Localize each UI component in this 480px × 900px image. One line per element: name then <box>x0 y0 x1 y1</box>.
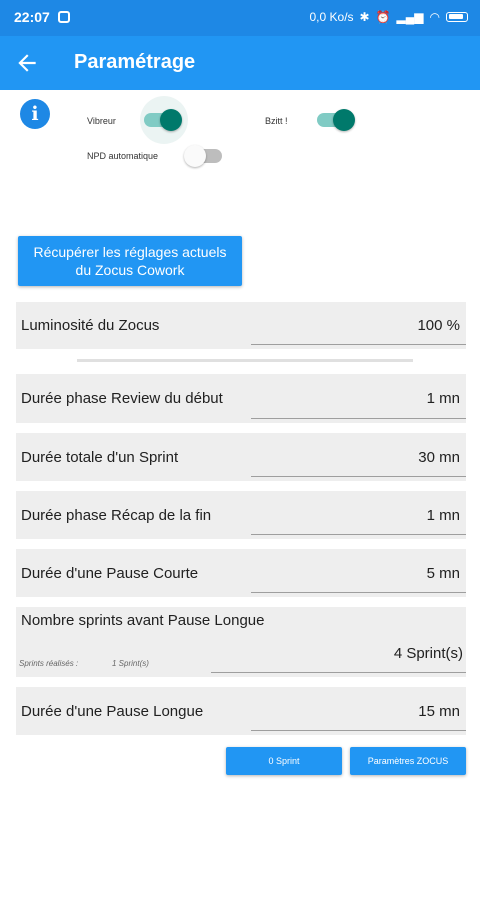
instagram-icon <box>58 11 70 23</box>
wifi-icon: ◠ <box>429 10 440 24</box>
input-underline <box>251 344 466 345</box>
status-icons: 0,0 Ko/s ✱ ⏰ ▂▄▆ ◠ <box>309 10 468 24</box>
alarm-icon: ⏰ <box>375 10 391 24</box>
recap-value[interactable]: 1 mn <box>427 507 460 524</box>
divider <box>77 359 413 362</box>
back-arrow-icon[interactable] <box>14 50 40 76</box>
nb-sprints-row[interactable]: Nombre sprints avant Pause Longue Sprint… <box>16 607 466 677</box>
pause-longue-row[interactable]: Durée d'une Pause Longue 15 mn <box>16 687 466 735</box>
switch-knob <box>333 109 355 131</box>
switch-knob <box>160 109 182 131</box>
npd-switch[interactable] <box>184 145 222 167</box>
review-value[interactable]: 1 mn <box>427 390 460 407</box>
bzitt-switch[interactable] <box>317 109 355 131</box>
zocus-params-button[interactable]: Paramètres ZOCUS <box>350 747 466 775</box>
sprints-done-label: Sprints réalisés : <box>19 659 79 668</box>
pause-courte-label: Durée d'une Pause Courte <box>21 565 199 582</box>
input-underline <box>251 476 466 477</box>
info-icon[interactable]: i <box>20 99 50 129</box>
sprint-row[interactable]: Durée totale d'un Sprint 30 mn <box>16 433 466 481</box>
bluetooth-icon: ✱ <box>359 10 370 24</box>
npd-label: NPD automatique <box>87 151 159 161</box>
battery-icon <box>446 12 468 22</box>
page-title: Paramétrage <box>74 51 196 73</box>
input-underline <box>251 418 466 419</box>
nb-sprints-label: Nombre sprints avant Pause Longue <box>21 612 265 629</box>
input-underline <box>251 730 466 731</box>
sprints-done-value: 1 Sprint(s) <box>112 659 149 668</box>
network-speed: 0,0 Ko/s <box>309 10 354 24</box>
pause-courte-row[interactable]: Durée d'une Pause Courte 5 mn <box>16 549 466 597</box>
vibreur-switch[interactable] <box>144 109 182 131</box>
review-row[interactable]: Durée phase Review du début 1 mn <box>16 374 466 423</box>
nb-sprints-value[interactable]: 4 Sprint(s) <box>394 645 463 662</box>
status-time: 22:07 <box>14 9 50 25</box>
input-underline <box>251 592 466 593</box>
bzitt-label: Bzitt ! <box>265 116 288 126</box>
app-bar: Paramétrage <box>0 36 480 90</box>
status-bar: 22:07 0,0 Ko/s ✱ ⏰ ▂▄▆ ◠ <box>0 0 480 36</box>
luminosite-label: Luminosité du Zocus <box>21 317 160 334</box>
luminosite-row[interactable]: Luminosité du Zocus 100 % <box>16 302 466 349</box>
vibreur-label: Vibreur <box>87 116 116 126</box>
pause-courte-value[interactable]: 5 mn <box>427 565 460 582</box>
luminosite-value[interactable]: 100 % <box>417 317 460 334</box>
sprint-value[interactable]: 30 mn <box>418 449 460 466</box>
pause-longue-label: Durée d'une Pause Longue <box>21 703 204 720</box>
signal-icon: ▂▄▆ <box>396 10 424 24</box>
input-underline <box>251 534 466 535</box>
sprint-count-button[interactable]: 0 Sprint <box>226 747 342 775</box>
fetch-settings-button[interactable]: Récupérer les réglages actuels du Zocus … <box>18 236 242 286</box>
review-label: Durée phase Review du début <box>21 390 223 407</box>
recap-label: Durée phase Récap de la fin <box>21 507 212 524</box>
sprint-label: Durée totale d'un Sprint <box>21 449 179 466</box>
input-underline <box>211 672 466 673</box>
switch-knob <box>184 145 206 167</box>
recap-row[interactable]: Durée phase Récap de la fin 1 mn <box>16 491 466 539</box>
pause-longue-value[interactable]: 15 mn <box>418 703 460 720</box>
